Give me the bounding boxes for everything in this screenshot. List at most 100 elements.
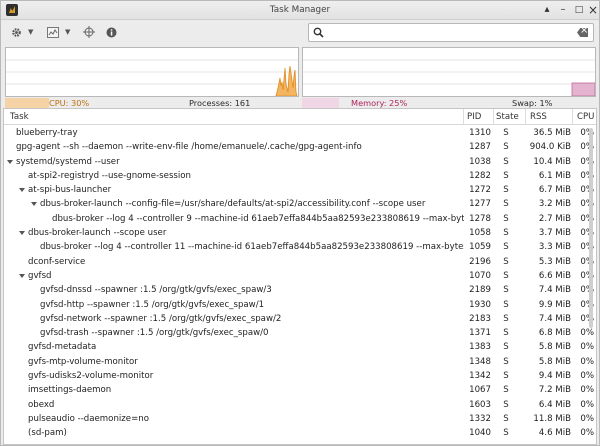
task-state: S <box>503 213 509 224</box>
task-state: S <box>503 413 509 424</box>
task-pid: 1332 <box>469 413 491 424</box>
search-input[interactable] <box>327 25 571 40</box>
search-field[interactable] <box>308 23 594 42</box>
task-state: S <box>503 428 509 439</box>
task-state: S <box>503 170 509 181</box>
table-row[interactable]: dbus-broker-launch --scope user 1058 S 3.7 … <box>4 226 594 240</box>
column-header-rss[interactable]: RSS <box>530 112 547 122</box>
identify-window-button[interactable] <box>83 26 95 38</box>
vertical-scrollbar[interactable] <box>588 126 594 444</box>
task-rss: 9.9 MiB <box>538 299 571 310</box>
column-header-cpu[interactable]: CPU <box>577 112 594 122</box>
task-name: dbus-broker-launch --config-file=/usr/sh… <box>40 199 426 210</box>
expander-icon[interactable] <box>31 202 37 207</box>
shade-window-button[interactable]: ▴ <box>541 4 553 16</box>
column-header-state[interactable]: State <box>496 112 519 122</box>
crosshair-icon <box>83 26 95 38</box>
task-name: gvfsd <box>28 270 52 281</box>
task-pid: 1278 <box>469 213 491 224</box>
task-name: gvfsd-http --spawner :1.5 /org/gtk/gvfs/… <box>40 299 265 310</box>
clear-search-icon[interactable] <box>577 28 588 37</box>
table-row[interactable]: (sd-pam) 1040 S 4.6 MiB 0% <box>4 426 594 440</box>
processes-count-label: Processes: 161 <box>189 98 251 108</box>
task-pid: 1287 <box>469 142 491 153</box>
task-rss: 36.5 MiB <box>533 128 571 138</box>
task-state: S <box>503 228 509 239</box>
task-state: S <box>503 313 509 324</box>
scrollbar-thumb[interactable] <box>589 128 593 328</box>
memory-graph-plot <box>303 59 595 96</box>
title-bar[interactable]: Task Manager ▴ – □ × <box>1 1 599 20</box>
cpu-graph-plot <box>6 59 298 96</box>
task-name: gvfsd-metadata <box>28 342 97 353</box>
expander-icon[interactable] <box>19 231 25 236</box>
table-row[interactable]: gvfsd-http --spawner :1.5 /org/gtk/gvfs/… <box>4 298 594 312</box>
chevron-down-icon: ▼ <box>28 28 34 36</box>
task-rss: 6.1 MiB <box>538 170 571 181</box>
table-row[interactable]: gvfsd 1070 S 6.6 MiB 0% <box>4 269 594 283</box>
table-row[interactable]: gvfsd-dnssd --spawner :1.5 /org/gtk/gvfs… <box>4 283 594 297</box>
table-row[interactable]: at-spi-bus-launcher 1272 S 6.7 MiB 0% <box>4 183 594 197</box>
table-row[interactable]: blueberry-tray 1310 S 36.5 MiB 0% <box>4 126 594 140</box>
task-name: dbus-broker-launch --scope user <box>28 228 167 239</box>
table-row[interactable]: gvfs-udisks2-volume-monitor 1342 S 9.4 MiB 0… <box>4 369 594 383</box>
task-name: at-spi2-registryd --use-gnome-session <box>28 170 191 181</box>
task-name: obexd <box>28 399 55 410</box>
table-row[interactable]: obexd 1603 S 6.4 MiB 0% <box>4 398 594 412</box>
column-header-pid[interactable]: PID <box>467 112 481 122</box>
about-button[interactable] <box>106 26 117 38</box>
table-row[interactable]: dconf-service 2196 S 5.3 MiB 0% <box>4 255 594 269</box>
table-row[interactable]: gvfsd-network --spawner :1.5 /org/gtk/gv… <box>4 312 594 326</box>
memory-graph <box>302 47 596 97</box>
table-row[interactable]: systemd/systemd --user 1038 S 10.4 MiB 0% <box>4 155 594 169</box>
task-manager-window: Task Manager ▴ – □ × ▼ ▼ × CPU: 30% Proc… <box>0 0 600 446</box>
table-row[interactable]: dbus-broker-launch --config-file=/usr/sh… <box>4 197 594 211</box>
task-state: S <box>503 185 509 196</box>
process-list: blueberry-tray 1310 S 36.5 MiB 0% gpg-agent -… <box>4 126 596 441</box>
settings-menu-button[interactable]: ▼ <box>11 26 33 38</box>
task-name: systemd/systemd --user <box>16 156 120 167</box>
table-row[interactable]: dbus-broker --log 4 --controller 9 --mac… <box>4 212 594 226</box>
memory-usage-area <box>571 82 595 96</box>
task-rss: 6.7 MiB <box>538 185 571 196</box>
task-pid: 1383 <box>469 342 491 353</box>
task-state: S <box>503 371 509 382</box>
process-table[interactable]: Task PID State RSS CPU blueberry-tray 131… <box>3 108 597 445</box>
maximize-window-button[interactable]: □ <box>573 4 585 16</box>
table-row[interactable]: pulseaudio --daemonize=no 1332 S 11.8 MiB 0% <box>4 412 594 426</box>
gear-icon <box>12 27 21 37</box>
table-row[interactable]: dbus-broker --log 4 --controller 11 --ma… <box>4 240 594 254</box>
table-row[interactable]: gvfs-mtp-volume-monitor 1348 S 5.8 MiB 0% <box>4 355 594 369</box>
task-state: S <box>503 385 509 396</box>
table-row[interactable]: gpg-agent --sh --daemon --write-env-file… <box>4 140 594 154</box>
table-row[interactable]: gvfsd-metadata 1383 S 5.8 MiB 0% <box>4 340 594 354</box>
table-row[interactable]: imsettings-daemon 1067 S 7.2 MiB 0% <box>4 383 594 397</box>
task-name: imsettings-daemon <box>28 385 112 396</box>
expander-icon[interactable] <box>19 188 25 193</box>
search-icon <box>313 27 324 38</box>
cpu-usage-label: CPU: 30% <box>5 98 151 108</box>
task-pid: 1038 <box>469 156 491 167</box>
task-pid: 1277 <box>469 199 491 210</box>
task-name: at-spi-bus-launcher <box>28 185 112 196</box>
graph-type-menu-button[interactable]: ▼ <box>47 26 70 38</box>
expander-icon[interactable] <box>19 273 25 278</box>
close-window-button[interactable]: × <box>587 4 599 16</box>
task-pid: 1059 <box>469 242 491 253</box>
table-row[interactable]: gvfsd-trash --spawner :1.5 /org/gtk/gvfs… <box>4 326 594 340</box>
task-pid: 1342 <box>469 371 491 382</box>
task-rss: 5.3 MiB <box>538 256 571 267</box>
column-header-task[interactable]: Task <box>10 112 29 122</box>
task-state: S <box>503 128 509 138</box>
table-row[interactable]: at-spi2-registryd --use-gnome-session 128… <box>4 169 594 183</box>
task-state: S <box>503 299 509 310</box>
expander-icon[interactable] <box>7 159 13 164</box>
task-pid: 1070 <box>469 270 491 281</box>
task-rss: 3.2 MiB <box>538 199 571 210</box>
task-pid: 2183 <box>469 313 491 324</box>
task-rss: 5.8 MiB <box>538 342 571 353</box>
task-pid: 1603 <box>469 399 491 410</box>
task-name: gpg-agent --sh --daemon --write-env-file… <box>16 142 362 153</box>
task-state: S <box>503 356 509 367</box>
minimize-window-button[interactable]: – <box>557 4 569 16</box>
